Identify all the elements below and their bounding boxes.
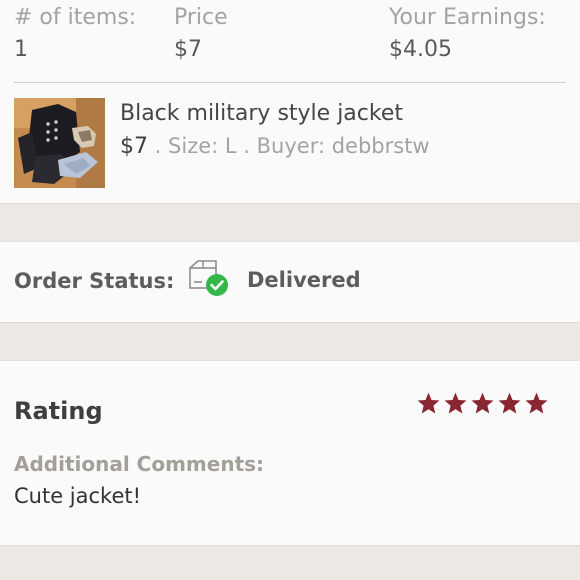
- order-details-page: # of items: 1 Price $7 Your Earnings: $4…: [0, 0, 580, 580]
- meta-separator: .: [148, 134, 169, 158]
- order-status-value: Delivered: [247, 268, 361, 292]
- star-icon: [417, 392, 440, 414]
- item-price: $7: [120, 134, 148, 159]
- package-delivered-icon: [186, 258, 232, 298]
- rating-title: Rating: [14, 397, 103, 425]
- comment-text: Cute jacket!: [14, 484, 142, 508]
- items-count-label: # of items:: [14, 5, 137, 30]
- items-count-value: 1: [14, 37, 28, 62]
- star-icon: [444, 392, 467, 414]
- item-buyer: Buyer: debbrstw: [256, 134, 430, 158]
- earnings-label: Your Earnings:: [389, 5, 546, 30]
- meta-separator: .: [236, 134, 257, 158]
- price-label: Price: [174, 5, 228, 30]
- star-icon: [525, 392, 548, 414]
- summary-divider: [14, 82, 566, 83]
- order-status-label: Order Status:: [14, 269, 175, 293]
- item-title[interactable]: Black military style jacket: [120, 99, 403, 129]
- item-meta: $7 . Size: L . Buyer: debbrstw: [120, 131, 430, 162]
- star-icon: [471, 392, 494, 414]
- price-value: $7: [174, 37, 202, 62]
- star-icon: [498, 392, 521, 414]
- item-thumbnail[interactable]: [14, 98, 105, 188]
- rating-stars: [416, 391, 549, 416]
- jacket-photo-image: [14, 98, 105, 188]
- additional-comments-label: Additional Comments:: [14, 452, 265, 476]
- item-size: Size: L: [168, 134, 237, 158]
- earnings-value: $4.05: [389, 37, 452, 62]
